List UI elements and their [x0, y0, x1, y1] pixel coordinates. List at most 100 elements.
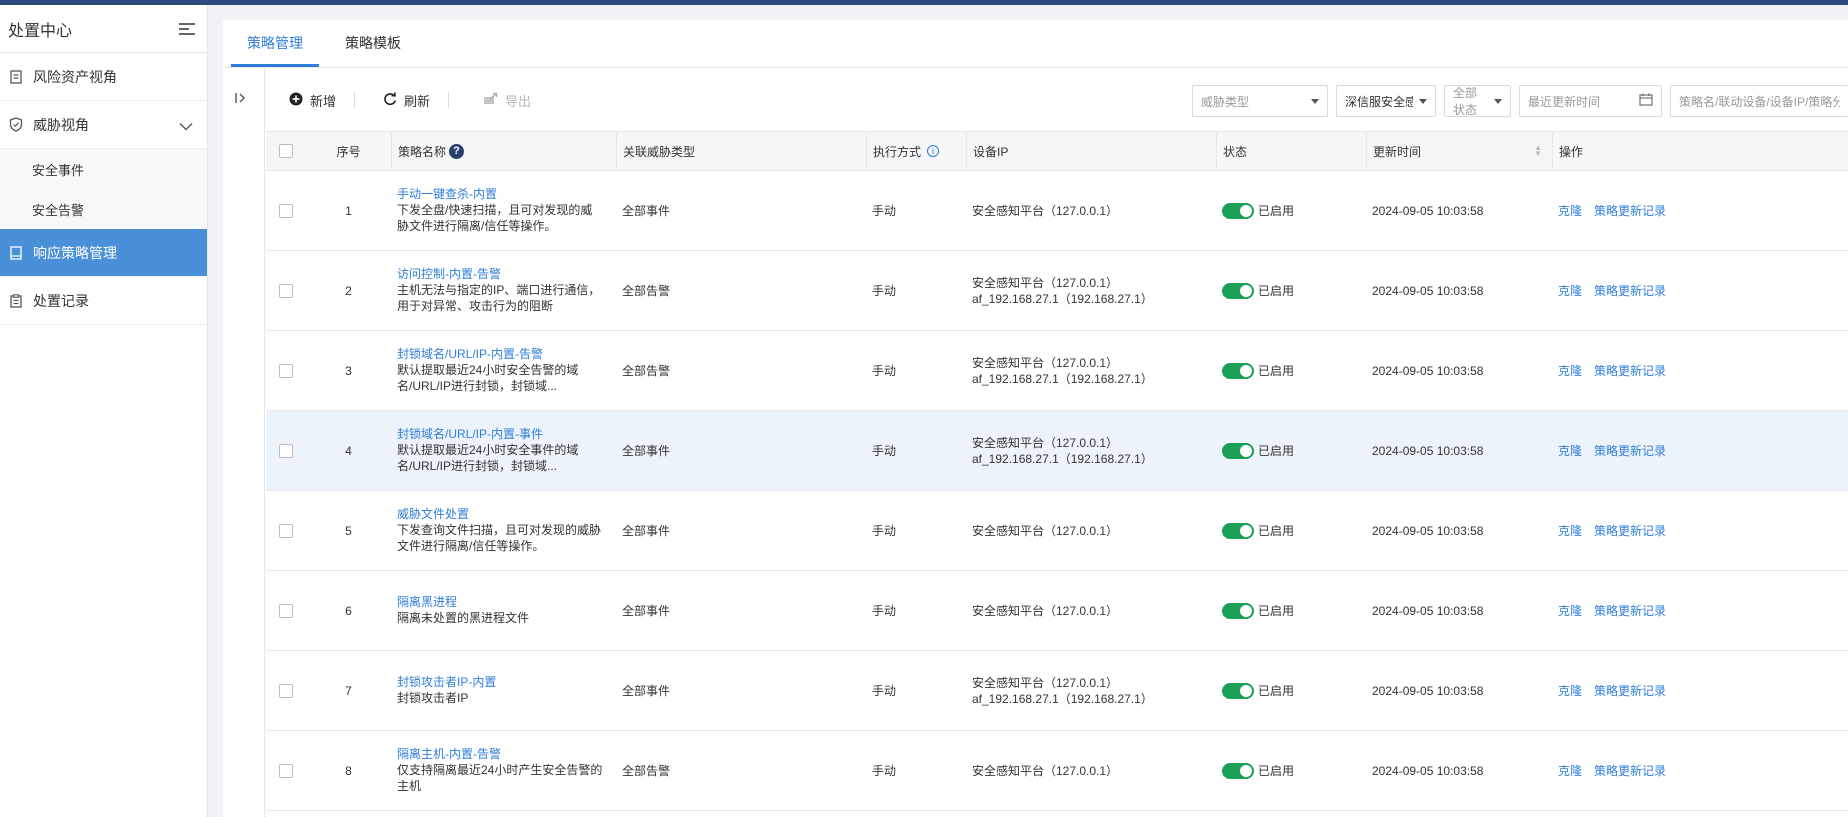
device-select[interactable]: 深信服安全感知	[1336, 85, 1436, 117]
row-checkbox-cell	[266, 603, 306, 618]
row-threat-type: 全部事件	[622, 684, 671, 698]
row-checkbox[interactable]	[279, 443, 293, 458]
status-toggle[interactable]	[1222, 442, 1254, 459]
status-text: 已启用	[1258, 444, 1295, 458]
update-history-link[interactable]: 策略更新记录	[1594, 684, 1666, 698]
table-header: 序号 策略名称 ? 关联威胁类型 执行方式 i 设备IP 状态 更新时间 ▲ ▼ …	[266, 131, 1848, 171]
refresh-button[interactable]: 刷新	[355, 90, 448, 110]
policy-desc-line: 仅支持隔离最近24小时产生安全告警的	[397, 763, 603, 777]
shield-icon	[8, 117, 24, 133]
clone-link[interactable]: 克隆	[1558, 284, 1582, 298]
update-history-link[interactable]: 策略更新记录	[1594, 284, 1666, 298]
status-toggle[interactable]	[1222, 362, 1254, 379]
status-toggle[interactable]	[1222, 762, 1254, 779]
export-button[interactable]: 导出	[449, 90, 549, 110]
status-text: 已启用	[1258, 684, 1295, 698]
device-ip-line: af_192.168.27.1（192.168.27.1）	[972, 291, 1153, 306]
status-text: 已启用	[1258, 524, 1295, 538]
row-threat-type: 全部事件	[622, 604, 671, 618]
update-history-link[interactable]: 策略更新记录	[1594, 764, 1666, 778]
row-checkbox[interactable]	[279, 683, 293, 698]
sidebar-item-response-policy[interactable]: 响应策略管理	[0, 229, 207, 277]
status-toggle[interactable]	[1222, 682, 1254, 699]
update-history-link[interactable]: 策略更新记录	[1594, 204, 1666, 218]
row-name-cell: 威胁文件处置 下发查询文件扫描，且可对发现的威胁 文件进行隔离/信任等操作。	[391, 507, 616, 554]
status-toggle[interactable]	[1222, 282, 1254, 299]
sidebar-item-label: 风险资产视角	[33, 68, 117, 85]
row-checkbox[interactable]	[279, 603, 293, 618]
update-history-link[interactable]: 策略更新记录	[1594, 364, 1666, 378]
row-updated: 2024-09-05 10:03:58	[1372, 683, 1484, 698]
row-threat-type: 全部告警	[622, 764, 671, 778]
row-checkbox[interactable]	[279, 203, 293, 218]
header-updated[interactable]: 更新时间 ▲ ▼	[1366, 131, 1552, 171]
export-button-label: 导出	[505, 93, 532, 109]
sidebar: 处置中心 风险资产视角 威胁视角 安全事件 安全告警 响应策略管理 处置记录	[0, 5, 208, 817]
row-device-ip: 安全感知平台（127.0.0.1）	[966, 763, 1216, 779]
row-checkbox[interactable]	[279, 763, 293, 778]
sidebar-item-threat-view[interactable]: 威胁视角	[0, 101, 207, 149]
left-rail	[223, 69, 265, 817]
table-row: 3 封锁域名/URL/IP-内置-告警 默认提取最近24小时安全告警的域 名/U…	[266, 331, 1848, 411]
row-exec: 手动	[872, 204, 897, 218]
row-checkbox[interactable]	[279, 523, 293, 538]
row-checkbox-cell	[266, 683, 306, 698]
row-checkbox[interactable]	[279, 283, 293, 298]
policy-desc-line: 名/URL/IP进行封锁，封锁域...	[397, 459, 558, 473]
header-name: 策略名称 ?	[391, 131, 616, 171]
info-icon[interactable]: i	[927, 145, 940, 157]
sidebar-item-disposal-record[interactable]: 处置记录	[0, 277, 207, 325]
policy-name-link[interactable]: 手动一键查杀-内置	[397, 187, 616, 202]
status-text: 已启用	[1258, 204, 1295, 218]
tab-policy-template[interactable]: 策略模板	[329, 20, 417, 67]
search-input[interactable]: 策略名/联动设备/设备IP/策略分类	[1670, 85, 1848, 117]
device-ip-line: 安全感知平台（127.0.0.1）	[972, 203, 1119, 218]
row-exec: 手动	[872, 284, 897, 298]
device-ip-line: 安全感知平台（127.0.0.1）	[972, 435, 1119, 450]
add-button[interactable]: 新增	[266, 90, 354, 110]
update-time-picker[interactable]: 最近更新时间	[1519, 85, 1662, 117]
policy-name-link[interactable]: 访问控制-内置-告警	[397, 267, 616, 282]
help-icon[interactable]: ?	[449, 143, 465, 159]
policy-name-link[interactable]: 隔离主机-内置-告警	[397, 747, 616, 762]
status-select-value: 全部状态	[1453, 86, 1478, 117]
clone-link[interactable]: 克隆	[1558, 684, 1582, 698]
search-placeholder: 策略名/联动设备/设备IP/策略分类	[1679, 94, 1840, 109]
policy-name-link[interactable]: 封锁域名/URL/IP-内置-事件	[397, 427, 616, 442]
status-toggle[interactable]	[1222, 602, 1254, 619]
row-name-cell: 封锁域名/URL/IP-内置-事件 默认提取最近24小时安全事件的域 名/URL…	[391, 427, 616, 474]
status-toggle[interactable]	[1222, 202, 1254, 219]
policy-name-link[interactable]: 封锁域名/URL/IP-内置-告警	[397, 347, 616, 362]
tab-policy-management[interactable]: 策略管理	[231, 20, 319, 67]
sidebar-subitem-security-events[interactable]: 安全事件	[0, 149, 207, 189]
expand-panel-icon[interactable]	[234, 91, 248, 108]
status-toggle[interactable]	[1222, 522, 1254, 539]
refresh-button-label: 刷新	[404, 93, 431, 109]
select-all-checkbox[interactable]	[279, 144, 293, 158]
update-history-link[interactable]: 策略更新记录	[1594, 524, 1666, 538]
threat-type-select[interactable]: 威胁类型	[1192, 85, 1328, 117]
clone-link[interactable]: 克隆	[1558, 444, 1582, 458]
policy-name-link[interactable]: 威胁文件处置	[397, 507, 616, 522]
sidebar-subitem-security-alerts[interactable]: 安全告警	[0, 189, 207, 229]
chevron-down-icon	[179, 118, 193, 134]
status-select[interactable]: 全部状态	[1444, 85, 1511, 117]
sort-icon[interactable]: ▲ ▼	[1534, 144, 1542, 158]
row-exec: 手动	[872, 444, 897, 458]
row-checkbox[interactable]	[279, 363, 293, 378]
clone-link[interactable]: 克隆	[1558, 204, 1582, 218]
add-button-label: 新增	[310, 93, 337, 109]
update-history-link[interactable]: 策略更新记录	[1594, 444, 1666, 458]
row-status: 已启用	[1216, 202, 1366, 219]
sidebar-item-risk-asset[interactable]: 风险资产视角	[0, 53, 207, 101]
clone-link[interactable]: 克隆	[1558, 524, 1582, 538]
clone-link[interactable]: 克隆	[1558, 364, 1582, 378]
policy-name-link[interactable]: 隔离黑进程	[397, 595, 616, 610]
policy-name-link[interactable]: 封锁攻击者IP-内置	[397, 675, 616, 690]
device-ip-line: 安全感知平台（127.0.0.1）	[972, 355, 1119, 370]
collapse-menu-icon[interactable]	[179, 22, 195, 36]
document-icon	[8, 69, 24, 85]
clone-link[interactable]: 克隆	[1558, 604, 1582, 618]
update-history-link[interactable]: 策略更新记录	[1594, 604, 1666, 618]
clone-link[interactable]: 克隆	[1558, 764, 1582, 778]
